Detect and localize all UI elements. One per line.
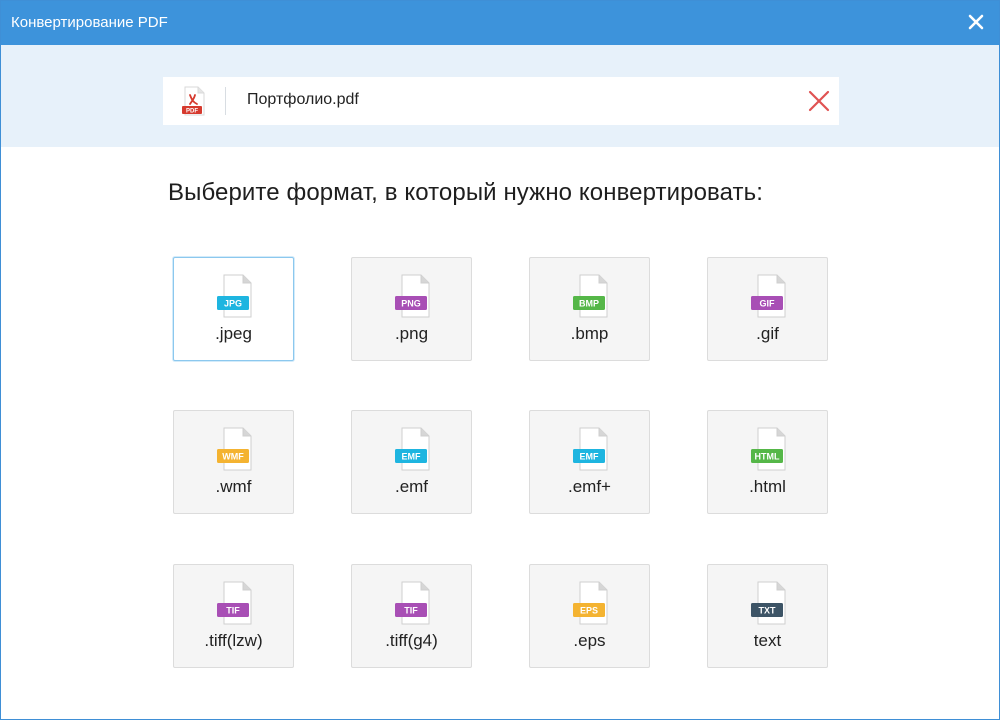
format-option-card[interactable]: GIF .gif: [707, 257, 828, 361]
format-tag: TIF: [404, 606, 418, 616]
emf-file-icon: EMF: [395, 427, 430, 471]
format-tag: EPS: [580, 606, 598, 616]
format-tag: HTML: [755, 452, 780, 462]
pdf-icon-label: PDF: [186, 109, 198, 115]
pdf-file-icon: PDF: [182, 86, 205, 116]
format-option-card[interactable]: TXT text: [707, 564, 828, 668]
html-file-icon: HTML: [751, 427, 786, 471]
format-label: .tiff(lzw): [204, 631, 263, 650]
file-bar-area: PDF Портфолио.pdf: [1, 45, 999, 147]
bmp-file-icon: BMP: [573, 274, 608, 318]
format-tag: PNG: [401, 299, 421, 309]
txt-file-icon: TXT: [751, 581, 786, 625]
close-icon[interactable]: [965, 11, 987, 33]
format-label: .bmp: [570, 324, 609, 343]
format-prompt-heading: Выберите формат, в который нужно конверт…: [168, 179, 763, 206]
format-tag: EMF: [580, 452, 600, 462]
emf-plus-file-icon: EMF: [573, 427, 608, 471]
format-option-card[interactable]: EPS .eps: [529, 564, 650, 668]
format-tag: BMP: [579, 299, 599, 309]
format-option-card[interactable]: EMF .emf: [351, 410, 472, 514]
png-file-icon: PNG: [395, 274, 430, 318]
format-label: .jpeg: [215, 324, 252, 343]
remove-file-icon[interactable]: [807, 89, 831, 113]
format-tag: TIF: [226, 606, 240, 616]
divider: [225, 87, 226, 115]
tif-file-icon: TIF: [217, 581, 252, 625]
window-title: Конвертирование PDF: [11, 14, 168, 31]
convert-pdf-window: Конвертирование PDF PDF Портфолио.pdf Вы…: [0, 0, 1000, 720]
format-label: .html: [749, 477, 786, 496]
format-tag: GIF: [760, 299, 776, 309]
format-tag: WMF: [222, 452, 244, 462]
format-option-card[interactable]: JPG .jpeg: [173, 257, 294, 361]
format-label: .wmf: [215, 477, 252, 496]
file-name: Портфолио.pdf: [247, 91, 359, 108]
format-option-card[interactable]: TIF .tiff(g4): [351, 564, 472, 668]
format-tag: JPG: [224, 299, 242, 309]
format-label: .emf: [394, 477, 429, 496]
format-label: .emf+: [568, 477, 611, 496]
format-option-card[interactable]: EMF .emf+: [529, 410, 650, 514]
format-label: .eps: [573, 631, 606, 650]
format-option-card[interactable]: TIF .tiff(lzw): [173, 564, 294, 668]
selected-file-bar: PDF Портфолио.pdf: [163, 77, 839, 125]
gif-file-icon: GIF: [751, 274, 786, 318]
format-label: .png: [394, 324, 429, 343]
format-option-card[interactable]: PNG .png: [351, 257, 472, 361]
titlebar: Конвертирование PDF: [1, 1, 999, 45]
jpg-file-icon: JPG: [217, 274, 252, 318]
wmf-file-icon: WMF: [217, 427, 252, 471]
tif-file-icon: TIF: [395, 581, 430, 625]
format-option-card[interactable]: WMF .wmf: [173, 410, 294, 514]
format-label: text: [753, 631, 782, 650]
format-tag: EMF: [402, 452, 422, 462]
format-label: .gif: [756, 324, 779, 343]
eps-file-icon: EPS: [573, 581, 608, 625]
format-tag: TXT: [759, 606, 777, 616]
format-option-card[interactable]: BMP .bmp: [529, 257, 650, 361]
format-label: .tiff(g4): [385, 631, 438, 650]
format-option-card[interactable]: HTML .html: [707, 410, 828, 514]
